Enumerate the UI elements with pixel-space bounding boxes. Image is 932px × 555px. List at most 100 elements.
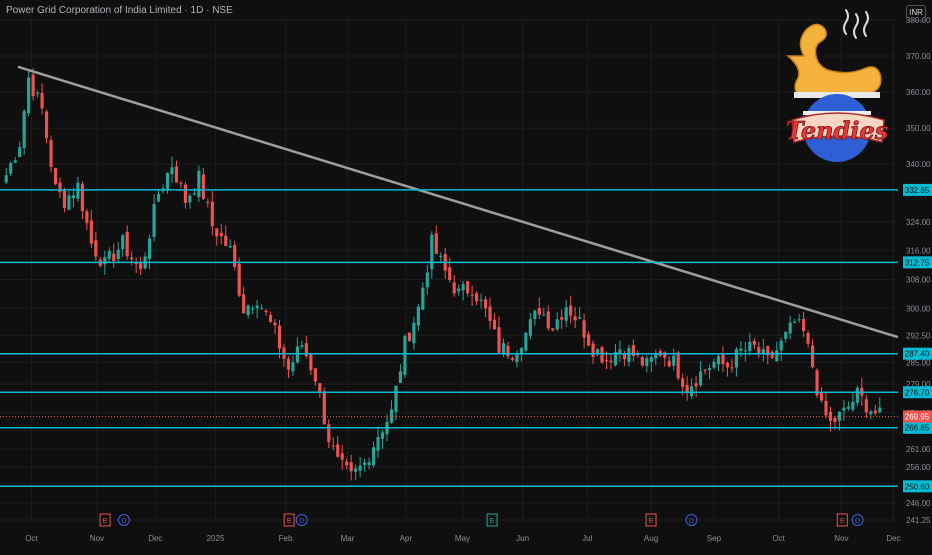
candle-body[interactable]	[851, 401, 855, 410]
candle-body[interactable]	[49, 139, 53, 167]
candle-body[interactable]	[748, 341, 752, 352]
candle-body[interactable]	[336, 444, 340, 457]
candle-body[interactable]	[501, 343, 506, 354]
candle-body[interactable]	[537, 308, 541, 315]
candle-body[interactable]	[103, 257, 107, 265]
candle-body[interactable]	[349, 462, 353, 472]
candle-body[interactable]	[699, 371, 703, 386]
candle-body[interactable]	[725, 362, 730, 368]
candle-body[interactable]	[183, 184, 187, 203]
candle-body[interactable]	[703, 369, 707, 371]
candle-body[interactable]	[62, 189, 67, 208]
candle-body[interactable]	[452, 282, 456, 294]
candle-body[interactable]	[479, 299, 483, 301]
candle-body[interactable]	[268, 315, 273, 322]
candle-body[interactable]	[802, 318, 806, 332]
candle-body[interactable]	[757, 347, 761, 354]
trendline[interactable]	[17, 65, 899, 339]
candle-body[interactable]	[18, 147, 22, 157]
candle-body[interactable]	[300, 345, 304, 347]
candle-body[interactable]	[716, 356, 721, 365]
candle-body[interactable]	[286, 358, 291, 370]
candle-body[interactable]	[510, 358, 515, 360]
candle-body[interactable]	[354, 468, 358, 472]
candle-body[interactable]	[815, 370, 819, 396]
candle-body[interactable]	[156, 193, 161, 202]
candle-body[interactable]	[139, 262, 143, 270]
candle-body[interactable]	[206, 201, 210, 203]
candle-body[interactable]	[492, 319, 497, 330]
candle-body[interactable]	[667, 360, 671, 367]
candle-body[interactable]	[228, 245, 232, 248]
candle-body[interactable]	[327, 424, 331, 443]
candle-body[interactable]	[654, 353, 658, 359]
candle-body[interactable]	[878, 407, 882, 413]
candle-body[interactable]	[739, 348, 743, 351]
candle-body[interactable]	[322, 391, 326, 425]
candle-body[interactable]	[439, 255, 443, 257]
candle-body[interactable]	[600, 347, 604, 363]
candle-body[interactable]	[533, 310, 537, 320]
candle-body[interactable]	[255, 305, 259, 309]
candle-body[interactable]	[9, 163, 13, 174]
candle-body[interactable]	[470, 294, 474, 296]
candle-body[interactable]	[89, 220, 93, 244]
candle-body[interactable]	[233, 245, 237, 268]
candle-body[interactable]	[775, 350, 779, 362]
candle-body[interactable]	[676, 352, 680, 379]
candle-body[interactable]	[318, 383, 322, 393]
candle-body[interactable]	[770, 351, 774, 358]
candle-body[interactable]	[363, 462, 367, 465]
candle-body[interactable]	[448, 267, 452, 281]
candle-body[interactable]	[475, 293, 479, 302]
candle-body[interactable]	[27, 77, 31, 114]
candle-body[interactable]	[842, 407, 846, 411]
candle-body[interactable]	[569, 305, 573, 316]
candle-body[interactable]	[121, 235, 125, 250]
candle-body[interactable]	[345, 461, 349, 466]
candle-body[interactable]	[112, 253, 116, 262]
candle-body[interactable]	[627, 348, 631, 362]
candle-body[interactable]	[483, 299, 488, 309]
candle-body[interactable]	[246, 305, 250, 316]
candle-body[interactable]	[578, 317, 582, 319]
candle-body[interactable]	[779, 340, 783, 351]
candle-body[interactable]	[197, 170, 201, 197]
candle-body[interactable]	[488, 306, 492, 322]
candle-body[interactable]	[806, 332, 810, 344]
candle-body[interactable]	[219, 232, 223, 237]
candle-body[interactable]	[40, 93, 44, 109]
candle-body[interactable]	[295, 346, 299, 363]
candle-body[interactable]	[313, 368, 317, 382]
candle-body[interactable]	[784, 331, 788, 339]
candle-body[interactable]	[13, 160, 17, 163]
candle-body[interactable]	[367, 462, 371, 466]
candle-body[interactable]	[555, 319, 559, 330]
candle-body[interactable]	[672, 355, 676, 366]
candle-body[interactable]	[260, 308, 264, 310]
candle-body[interactable]	[694, 383, 698, 387]
candle-body[interactable]	[824, 400, 828, 416]
candle-body[interactable]	[752, 340, 756, 345]
candle-body[interactable]	[107, 251, 111, 259]
candle-body[interactable]	[376, 436, 380, 451]
candle-body[interactable]	[591, 343, 595, 357]
candle-body[interactable]	[264, 310, 268, 313]
candle-body[interactable]	[425, 272, 429, 288]
candle-body[interactable]	[506, 345, 510, 357]
candle-body[interactable]	[251, 308, 255, 310]
candle-body[interactable]	[743, 350, 747, 352]
candle-body[interactable]	[721, 354, 725, 365]
candle-body[interactable]	[466, 281, 470, 294]
candle-body[interactable]	[434, 233, 438, 254]
candle-body[interactable]	[819, 391, 824, 401]
candle-body[interactable]	[174, 166, 179, 183]
candle-body[interactable]	[125, 231, 129, 257]
candle-body[interactable]	[810, 345, 815, 368]
candle-body[interactable]	[707, 368, 712, 371]
candle-body[interactable]	[855, 387, 859, 403]
candle-body[interactable]	[681, 378, 685, 387]
candle-body[interactable]	[179, 182, 183, 184]
candle-body[interactable]	[846, 406, 850, 409]
candle-body[interactable]	[734, 349, 738, 368]
